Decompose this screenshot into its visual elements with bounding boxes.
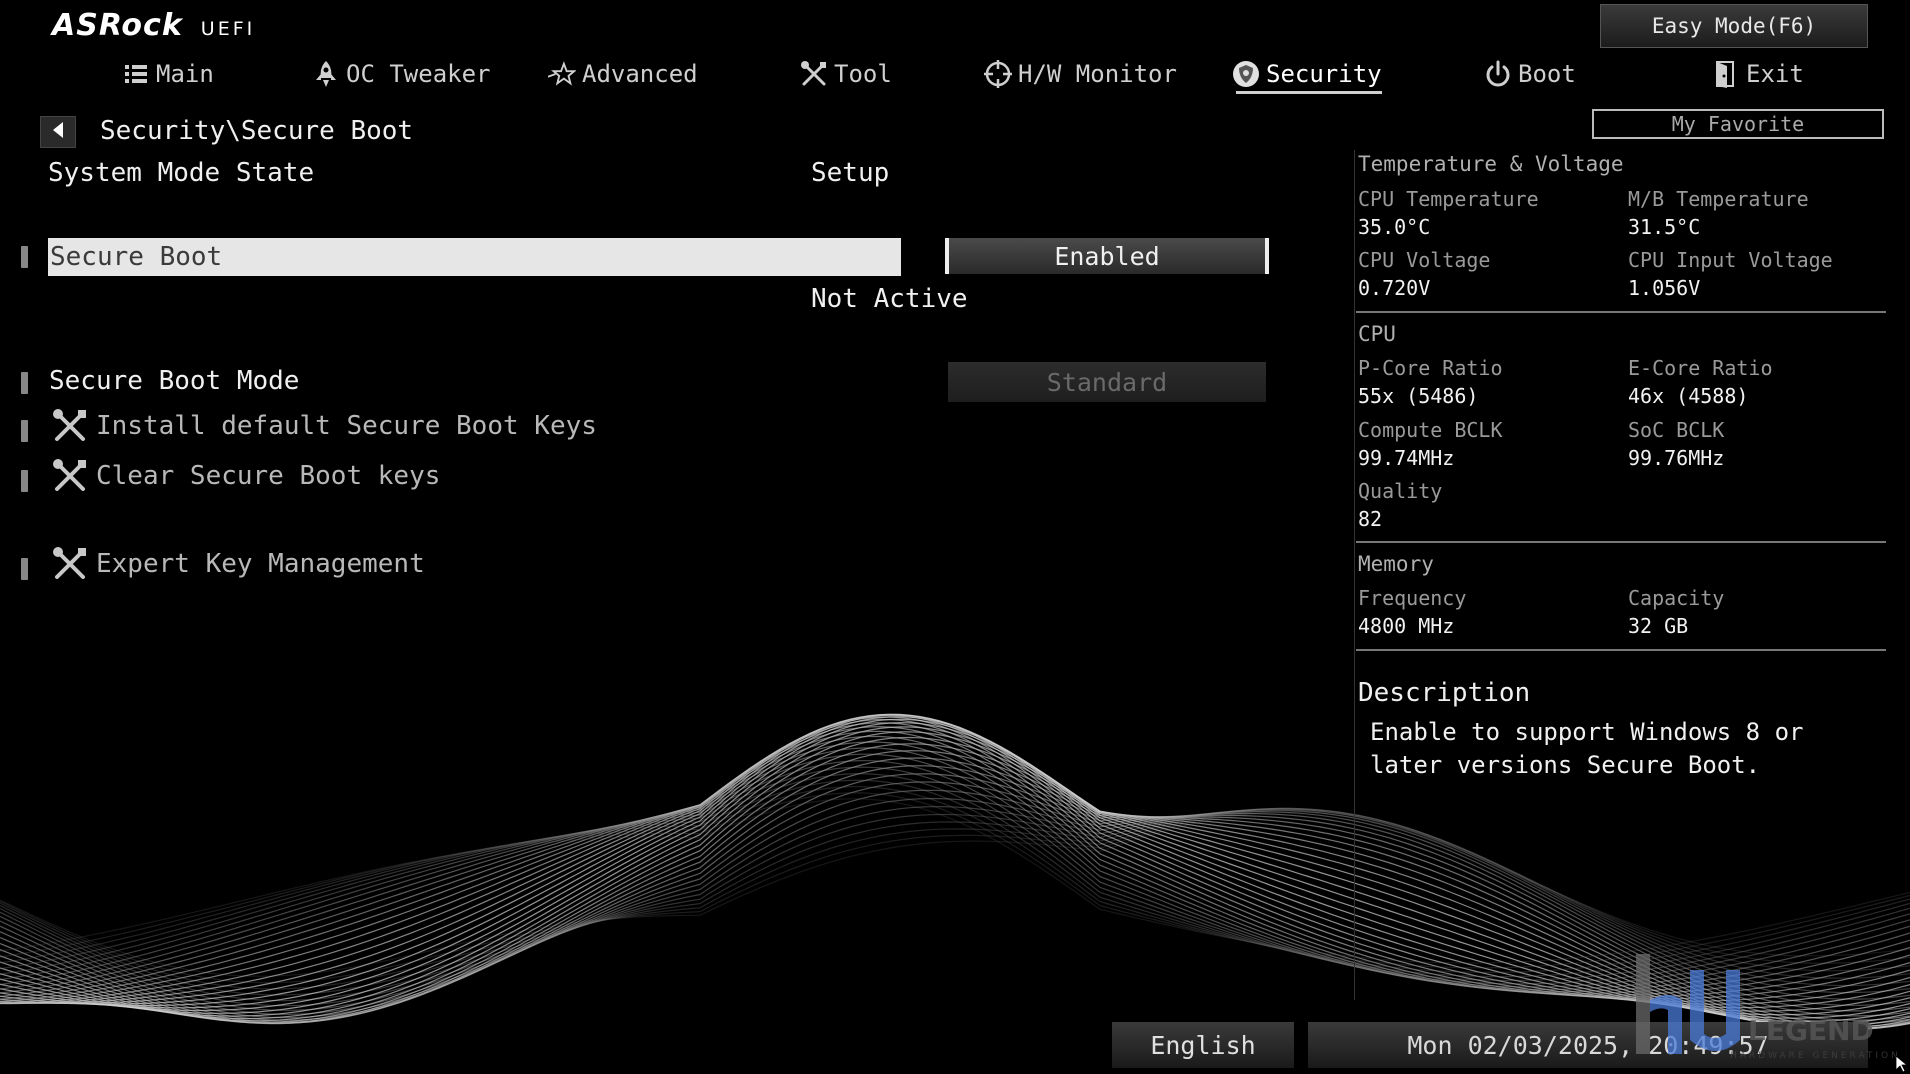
list-icon xyxy=(122,60,150,88)
description-text: Enable to support Windows 8 or later ver… xyxy=(1370,718,1804,779)
pcore-ratio-value: 55x (5486) xyxy=(1358,384,1479,408)
tab-main[interactable]: Main xyxy=(122,54,214,94)
datetime-display: Mon 02/03/2025, 20:49:57 xyxy=(1308,1022,1868,1068)
my-favorite-button[interactable]: My Favorite xyxy=(1592,109,1884,139)
memory-capacity-value: 32 GB xyxy=(1628,614,1689,638)
cpu-temp-value: 35.0°C xyxy=(1358,215,1431,239)
asrock-logo: ASRock UEFI xyxy=(52,8,255,43)
item-marker xyxy=(21,420,28,442)
temp-voltage-title: Temperature & Voltage xyxy=(1358,152,1624,176)
breadcrumb: Security\Secure Boot xyxy=(100,116,414,146)
tab-oc-tweaker[interactable]: OC Tweaker xyxy=(312,54,491,94)
memory-frequency-label: Frequency xyxy=(1358,586,1467,610)
tab-oc-tweaker-label: OC Tweaker xyxy=(346,60,491,88)
exit-door-icon xyxy=(1712,60,1740,88)
tab-advanced-label: Advanced xyxy=(582,60,698,88)
cpu-input-voltage-label: CPU Input Voltage xyxy=(1628,248,1833,272)
easy-mode-button[interactable]: Easy Mode(F6) xyxy=(1600,4,1868,48)
system-mode-label: System Mode State xyxy=(48,158,315,188)
secure-boot-item[interactable]: Secure Boot xyxy=(48,238,901,276)
item-marker xyxy=(21,558,28,580)
cpu-voltage-value: 0.720V xyxy=(1358,276,1431,300)
star-icon xyxy=(548,60,576,88)
pcore-ratio-label: P-Core Ratio xyxy=(1358,356,1503,380)
hw-info-panel xyxy=(1354,150,1898,1000)
soc-bclk-label: SoC BCLK xyxy=(1628,418,1725,442)
clear-keys-item[interactable]: Clear Secure Boot keys xyxy=(52,458,440,494)
tab-hw-monitor[interactable]: H/W Monitor xyxy=(984,54,1177,94)
secure-boot-status: Not Active xyxy=(811,284,968,314)
expert-key-management-label: Expert Key Management xyxy=(96,549,425,579)
rocket-icon xyxy=(312,60,340,88)
tab-security-label: Security xyxy=(1266,60,1382,88)
quality-label: Quality xyxy=(1358,479,1443,503)
bios-screen: ASRock UEFI Easy Mode(F6) Main OC Tweake… xyxy=(0,0,1910,1074)
ecore-ratio-value: 46x (4588) xyxy=(1628,384,1749,408)
tools-icon xyxy=(52,458,88,494)
back-arrow-icon xyxy=(51,121,65,143)
tab-main-label: Main xyxy=(156,60,214,88)
item-marker xyxy=(21,372,28,394)
cpu-temp-label: CPU Temperature xyxy=(1358,187,1539,211)
divider xyxy=(1356,311,1886,313)
tab-exit[interactable]: Exit xyxy=(1712,54,1804,94)
cpu-section-title: CPU xyxy=(1358,322,1396,346)
tools-icon xyxy=(52,408,88,444)
language-button[interactable]: English xyxy=(1112,1022,1294,1068)
tools-icon xyxy=(800,60,828,88)
secure-boot-label: Secure Boot xyxy=(50,242,223,272)
tab-security[interactable]: Security xyxy=(1232,54,1382,94)
install-default-keys-item[interactable]: Install default Secure Boot Keys xyxy=(52,408,597,444)
divider xyxy=(1356,649,1886,651)
memory-section-title: Memory xyxy=(1358,552,1434,576)
ecore-ratio-label: E-Core Ratio xyxy=(1628,356,1773,380)
crosshair-icon xyxy=(984,60,1012,88)
item-marker xyxy=(21,246,28,268)
back-button[interactable] xyxy=(40,116,76,148)
install-default-keys-label: Install default Secure Boot Keys xyxy=(96,411,597,441)
tab-boot-label: Boot xyxy=(1518,60,1576,88)
tab-boot[interactable]: Boot xyxy=(1484,54,1576,94)
compute-bclk-label: Compute BCLK xyxy=(1358,418,1503,442)
tools-icon xyxy=(52,546,88,582)
cpu-input-voltage-value: 1.056V xyxy=(1628,276,1701,300)
tab-advanced[interactable]: Advanced xyxy=(548,54,698,94)
mouse-cursor-icon xyxy=(1896,1056,1908,1072)
tab-exit-label: Exit xyxy=(1746,60,1804,88)
memory-capacity-label: Capacity xyxy=(1628,586,1725,610)
secure-boot-mode-label[interactable]: Secure Boot Mode xyxy=(49,366,299,396)
tab-tool-label: Tool xyxy=(834,60,892,88)
description-title: Description xyxy=(1358,678,1531,708)
logo-brand: ASRock xyxy=(52,8,183,43)
expert-key-management-item[interactable]: Expert Key Management xyxy=(52,546,425,582)
tab-tool[interactable]: Tool xyxy=(800,54,892,94)
power-icon xyxy=(1484,60,1512,88)
secure-boot-option[interactable]: Enabled xyxy=(945,238,1269,274)
mb-temp-value: 31.5°C xyxy=(1628,215,1701,239)
cpu-voltage-label: CPU Voltage xyxy=(1358,248,1491,272)
memory-frequency-value: 4800 MHz xyxy=(1358,614,1455,638)
clear-keys-label: Clear Secure Boot keys xyxy=(96,461,441,491)
item-marker xyxy=(21,470,28,492)
secure-boot-mode-option[interactable]: Standard xyxy=(948,362,1266,402)
tab-hw-monitor-label: H/W Monitor xyxy=(1018,60,1177,88)
divider xyxy=(1356,541,1886,543)
quality-value: 82 xyxy=(1358,507,1383,531)
soc-bclk-value: 99.76MHz xyxy=(1628,446,1725,470)
compute-bclk-value: 99.74MHz xyxy=(1358,446,1455,470)
mb-temp-label: M/B Temperature xyxy=(1628,187,1809,211)
logo-sub: UEFI xyxy=(200,18,256,40)
shield-icon xyxy=(1232,60,1260,88)
system-mode-value: Setup xyxy=(811,158,890,188)
active-tab-underline xyxy=(1236,91,1382,94)
